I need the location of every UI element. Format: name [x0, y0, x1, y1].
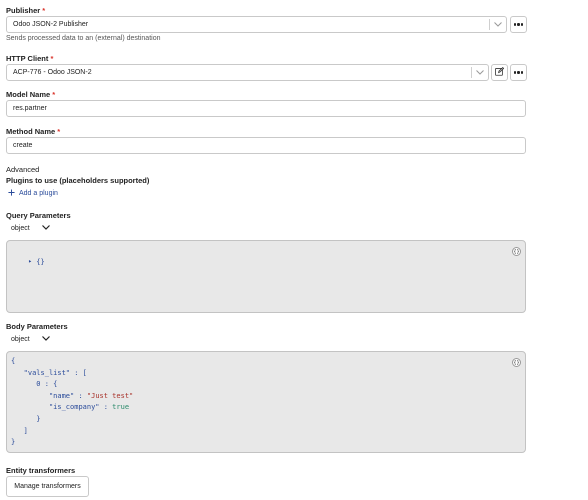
http-client-more-button[interactable] [510, 64, 527, 81]
method-name-label: Method Name * [6, 127, 61, 136]
edit-icon [495, 66, 505, 78]
publisher-help: Sends processed data to an (external) de… [6, 35, 161, 42]
query-parameters-label: Query Parameters [6, 211, 71, 220]
advanced-heading: Advanced [6, 165, 40, 174]
http-client-value: ACP-776 - Odoo JSON-2 [13, 69, 92, 76]
publisher-more-button[interactable] [510, 16, 527, 33]
add-plugin-button[interactable]: Add a plugin [8, 189, 58, 198]
model-name-input[interactable]: res.partner [6, 100, 526, 117]
publisher-label: Publisher * [6, 6, 46, 15]
body-parameters-type-select[interactable]: object [11, 336, 50, 343]
expand-caret-icon[interactable]: ‣ [28, 258, 32, 266]
more-icon [513, 71, 524, 74]
more-icon [513, 23, 524, 26]
chevron-down-icon[interactable] [472, 70, 488, 75]
query-parameters-type-select[interactable]: object [11, 225, 50, 232]
http-client-label: HTTP Client * [6, 54, 54, 63]
body-parameters-editor[interactable]: { "vals_list" : [ 0 : { "name" : "Just t… [6, 351, 526, 453]
method-name-input[interactable]: create [6, 137, 526, 154]
query-type-value: object [11, 225, 30, 232]
publisher-select[interactable]: Odoo JSON-2 Publisher [6, 16, 507, 33]
manage-transformers-button[interactable]: Manage transformers [6, 476, 89, 497]
query-parameters-editor[interactable]: ‣ {} {} [6, 240, 526, 313]
publisher-value: Odoo JSON-2 Publisher [13, 21, 89, 28]
http-client-select[interactable]: ACP-776 - Odoo JSON-2 [6, 64, 489, 81]
plugins-label: Plugins to use (placeholders supported) [6, 176, 150, 185]
chevron-down-icon [41, 336, 50, 343]
json-badge-icon[interactable]: {} [512, 247, 521, 256]
model-name-label: Model Name * [6, 90, 56, 99]
chevron-down-icon [41, 225, 50, 232]
body-code: { "vals_list" : [ 0 : { "name" : "Just t… [11, 357, 134, 447]
query-code-line: {} [36, 257, 45, 266]
json-badge-icon[interactable]: {} [512, 358, 521, 367]
chevron-down-icon[interactable] [490, 22, 506, 27]
body-parameters-label: Body Parameters [6, 322, 68, 331]
entity-transformers-label: Entity transformers [6, 466, 76, 475]
plus-icon [8, 189, 15, 198]
body-type-value: object [11, 336, 30, 343]
http-client-edit-button[interactable] [491, 64, 508, 81]
add-plugin-label: Add a plugin [19, 190, 58, 197]
